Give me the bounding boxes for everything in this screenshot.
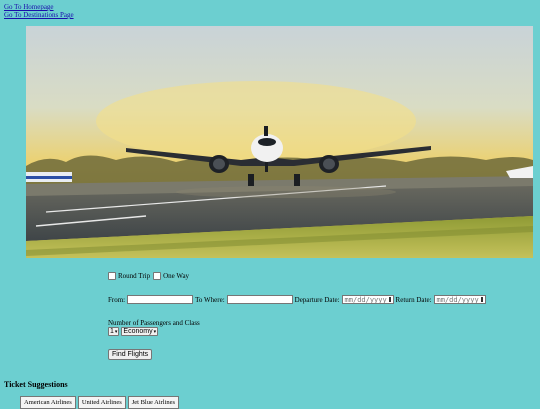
return-label: Return Date:	[395, 295, 432, 304]
one-way-label: One Way	[163, 272, 190, 280]
chevron-down-icon: ▾	[153, 328, 157, 335]
round-trip-checkbox[interactable]	[108, 272, 116, 280]
departure-date-input[interactable]: mm/dd/yyyy	[341, 295, 394, 304]
from-label: From:	[108, 295, 126, 304]
chevron-down-icon: ▾	[114, 328, 118, 335]
submit-row: Find Flights	[108, 349, 153, 360]
passengers-row: 1 ▾ Economy ▾	[108, 327, 160, 336]
airline-suggestion-american[interactable]: American Airlines	[20, 396, 76, 409]
to-label: To Where:	[195, 295, 225, 304]
trip-type-row: Round Trip One Way	[108, 272, 189, 280]
airline-suggestion-united[interactable]: United Airlines	[77, 396, 126, 409]
passengers-label: Number of Passengers and Class	[108, 319, 200, 327]
calendar-icon[interactable]	[388, 297, 391, 302]
homepage-link[interactable]: Go To Homepage	[4, 3, 74, 11]
passengers-select[interactable]: 1 ▾	[108, 327, 120, 336]
return-date-placeholder: mm/dd/yyyy	[436, 295, 479, 304]
one-way-checkbox[interactable]	[153, 272, 162, 280]
ticket-suggestions-title: Ticket Suggestions	[4, 380, 68, 389]
class-select[interactable]: Economy ▾	[121, 327, 159, 336]
passengers-value: 1	[110, 328, 114, 335]
to-input[interactable]	[226, 295, 293, 304]
find-flights-button[interactable]: Find Flights	[108, 349, 153, 360]
airline-suggestion-jetblue[interactable]: Jet Blue Airlines	[127, 396, 180, 409]
destinations-link[interactable]: Go To Destinations Page	[4, 11, 74, 19]
round-trip-label: Round Trip	[118, 272, 151, 280]
hero-image	[26, 26, 533, 258]
return-date-input[interactable]: mm/dd/yyyy	[433, 295, 486, 304]
class-value: Economy	[123, 328, 153, 335]
calendar-icon[interactable]	[480, 297, 483, 302]
departure-label: Departure Date:	[294, 295, 340, 304]
airplane-photo	[26, 26, 533, 258]
passengers-label-row: Number of Passengers and Class	[108, 319, 200, 327]
top-nav: Go To Homepage Go To Destinations Page	[4, 3, 74, 19]
route-dates-row: From: To Where: Departure Date: mm/dd/yy…	[108, 295, 488, 304]
airline-suggestions: American Airlines United Airlines Jet Bl…	[20, 396, 181, 409]
from-input[interactable]	[127, 295, 194, 304]
departure-date-placeholder: mm/dd/yyyy	[344, 295, 387, 304]
